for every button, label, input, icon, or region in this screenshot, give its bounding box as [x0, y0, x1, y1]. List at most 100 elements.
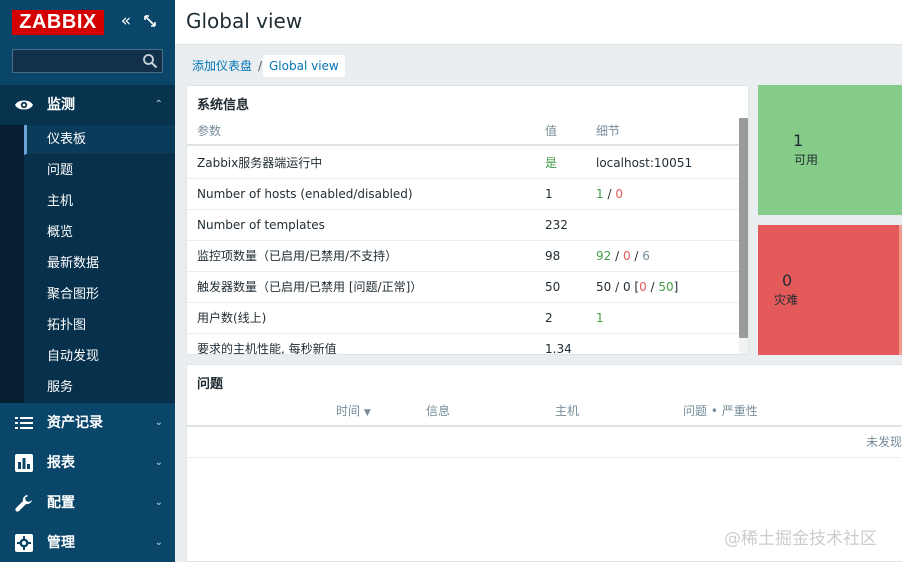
- list-icon: [15, 417, 33, 429]
- available-count: 1: [793, 131, 804, 150]
- row-value: 1: [545, 187, 553, 201]
- nav-section-inventory[interactable]: 资产记录 ⌄: [0, 403, 175, 443]
- bar-chart-icon: [15, 454, 33, 472]
- row-detail: localhost:10051: [596, 156, 693, 170]
- nav-section-label: 监测: [47, 97, 75, 113]
- submenu-item-hosts[interactable]: 主机: [24, 187, 175, 217]
- detail-separator: /: [611, 249, 623, 263]
- eye-icon: [15, 100, 33, 110]
- collapse-sidebar-icon[interactable]: «: [118, 11, 134, 31]
- submenu-item-discovery[interactable]: 自动发现: [24, 342, 175, 372]
- column-header-time[interactable]: 时间 ▼: [336, 395, 371, 429]
- row-value: 是: [545, 156, 558, 170]
- problem-severity-disaster-tile[interactable]: 0 灾难: [758, 225, 902, 355]
- table-row: 监控项数量（已启用/已禁用/不支持） 98 92 / 0 / 6: [187, 241, 740, 272]
- sort-desc-icon: ▼: [363, 408, 371, 418]
- row-parameter: 要求的主机性能, 每秒新值: [197, 342, 337, 355]
- chevron-down-icon: ⌄: [154, 417, 163, 428]
- column-header-parameter: 参数: [197, 124, 222, 138]
- nav-section-label: 配置: [47, 495, 75, 511]
- submenu-item-overview[interactable]: 概览: [24, 218, 175, 248]
- table-header: 时间 ▼ 信息 主机 问题 • 严重性: [187, 395, 902, 427]
- no-data-row: 未发现: [186, 427, 902, 458]
- chevron-down-icon: ⌄: [154, 457, 163, 468]
- monitoring-submenu: 仪表板 问题 主机 概览 最新数据 聚合图形 拓扑图 自动发现 服务: [0, 125, 175, 403]
- scrollbar-thumb[interactable]: [739, 118, 748, 338]
- breadcrumb-add-dashboard-link[interactable]: 添加仪表盘: [192, 55, 252, 77]
- search-field: [12, 49, 163, 73]
- search-icon[interactable]: [142, 53, 158, 69]
- column-header-value: 值: [545, 124, 558, 138]
- search-input[interactable]: [13, 50, 139, 72]
- table-row: Number of templates 232: [187, 210, 740, 241]
- nav-section-configuration[interactable]: 配置 ⌄: [0, 483, 175, 523]
- breadcrumb-current-dashboard[interactable]: Global view: [263, 55, 345, 77]
- column-header-problem-severity[interactable]: 问题 • 严重性: [683, 395, 758, 427]
- submenu-rail: [0, 125, 24, 403]
- chevron-down-icon: ⌄: [154, 537, 163, 548]
- nav-section-reports[interactable]: 报表 ⌄: [0, 443, 175, 483]
- trigger-enabled-disabled: 50 / 0 [: [596, 280, 640, 294]
- submenu-item-maps[interactable]: 拓扑图: [24, 311, 175, 341]
- column-header-host[interactable]: 主机: [555, 395, 579, 427]
- detail-separator: /: [603, 187, 616, 201]
- row-value: 1.34: [545, 342, 572, 355]
- disaster-label: 灾难: [774, 293, 799, 307]
- nav-section-label: 资产记录: [47, 415, 103, 431]
- row-parameter: Zabbix服务器端运行中: [197, 156, 323, 170]
- ok-count: 50: [658, 280, 674, 294]
- table-row: Number of hosts (enabled/disabled) 1 1 /…: [187, 179, 740, 210]
- problem-count: 0: [639, 280, 647, 294]
- row-parameter: 监控项数量（已启用/已禁用/不支持）: [197, 249, 398, 263]
- watermark: @稀土掘金技术社区: [724, 529, 877, 549]
- table-row: 用户数(线上) 2 1: [187, 303, 740, 334]
- scrollbar-track[interactable]: [739, 118, 748, 354]
- submenu-item-dashboard[interactable]: 仪表板: [24, 125, 175, 155]
- nav-section-monitoring[interactable]: 监测 ⌃: [0, 85, 175, 125]
- submenu-item-latest-data[interactable]: 最新数据: [24, 249, 175, 279]
- table-row: Zabbix服务器端运行中 是 localhost:10051: [187, 148, 740, 179]
- row-parameter: 触发器数量（已启用/已禁用 [问题/正常]）: [197, 280, 423, 294]
- nav-section-label: 管理: [47, 535, 75, 551]
- wrench-icon: [15, 495, 32, 512]
- nav-section-label: 报表: [47, 455, 75, 471]
- row-detail: 92 / 0 / 6: [596, 241, 650, 272]
- available-label: 可用: [794, 153, 819, 167]
- enabled-count: 1: [596, 187, 604, 201]
- chevron-up-icon: ⌃: [154, 99, 163, 110]
- zabbix-logo[interactable]: ZABBIX: [12, 10, 104, 35]
- row-parameter: Number of templates: [197, 218, 325, 232]
- breadcrumb-separator: /: [258, 59, 263, 73]
- logo-row: ZABBIX «: [0, 0, 175, 45]
- row-value: 232: [545, 218, 568, 232]
- row-detail: 1 / 0: [596, 179, 623, 210]
- submenu-item-problems[interactable]: 问题: [24, 156, 175, 186]
- host-availability-available-tile[interactable]: 1 可用: [758, 85, 902, 215]
- nav-section-administration[interactable]: 管理 ⌄: [0, 523, 175, 562]
- unsupported-count: 6: [642, 249, 650, 263]
- row-detail: 1: [596, 311, 604, 325]
- enabled-count: 92: [596, 249, 612, 263]
- table-row: 触发器数量（已启用/已禁用 [问题/正常]） 50 50 / 0 [0 / 50…: [187, 272, 740, 303]
- table-row: 要求的主机性能, 每秒新值 1.34: [187, 334, 740, 355]
- disabled-count: 0: [615, 187, 623, 201]
- detail-separator: /: [646, 280, 659, 294]
- column-header-info: 信息: [426, 404, 451, 418]
- chevron-down-icon: ⌄: [154, 497, 163, 508]
- time-label: 时间: [336, 404, 361, 418]
- submenu-item-services[interactable]: 服务: [24, 373, 175, 403]
- table-header: 参数 值 细节: [187, 116, 740, 146]
- kiosk-mode-icon[interactable]: [142, 11, 158, 31]
- page-title: Global view: [186, 9, 303, 33]
- widget-title: 系统信息: [197, 98, 250, 113]
- row-value: 50: [545, 280, 561, 294]
- row-parameter: 用户数(线上): [197, 311, 267, 325]
- detail-separator: /: [630, 249, 643, 263]
- row-value: 2: [545, 311, 553, 325]
- submenu-item-screens[interactable]: 聚合图形: [24, 280, 175, 310]
- row-value: 98: [545, 249, 561, 263]
- gear-icon: [15, 534, 33, 552]
- widget-title: 问题: [197, 377, 224, 392]
- row-detail: 50 / 0 [0 / 50]: [596, 272, 678, 303]
- row-parameter: Number of hosts (enabled/disabled): [197, 187, 413, 201]
